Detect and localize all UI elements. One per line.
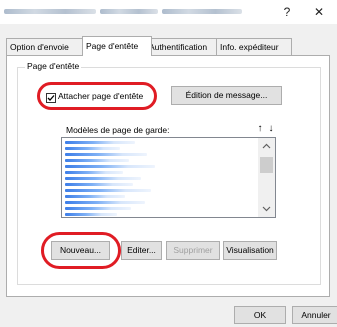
ok-button[interactable]: OK bbox=[234, 306, 286, 324]
groupbox-label: Page d'entête bbox=[25, 61, 82, 71]
scroll-up-icon[interactable] bbox=[262, 143, 271, 149]
list-item[interactable] bbox=[65, 213, 117, 216]
highlight-ring-new bbox=[41, 232, 121, 269]
tab-send-options[interactable]: Option d'envoie bbox=[6, 38, 89, 55]
list-item[interactable] bbox=[65, 189, 151, 192]
preview-button[interactable]: Visualisation bbox=[223, 241, 277, 260]
list-item[interactable] bbox=[65, 201, 145, 204]
tab-sender-info[interactable]: Info. expéditeur bbox=[216, 38, 292, 55]
list-item[interactable] bbox=[65, 159, 129, 162]
templates-label: Modèles de page de garde: bbox=[66, 125, 170, 135]
dialog-window: ? ✕ Option d'envoie Page d'entête Authen… bbox=[0, 0, 337, 327]
list-item[interactable] bbox=[65, 171, 123, 174]
tab-authentication[interactable]: Authentification bbox=[145, 38, 223, 55]
edit-button[interactable]: Editer... bbox=[121, 241, 162, 260]
list-item[interactable] bbox=[65, 141, 135, 144]
list-scrollbar[interactable] bbox=[258, 138, 275, 217]
cancel-button[interactable]: Annuler bbox=[292, 306, 337, 324]
list-item[interactable] bbox=[65, 183, 133, 186]
edit-message-button[interactable]: Édition de message... bbox=[171, 86, 282, 105]
list-item[interactable] bbox=[65, 177, 141, 180]
list-item[interactable] bbox=[65, 207, 131, 210]
scroll-down-icon[interactable] bbox=[262, 206, 271, 212]
templates-list[interactable] bbox=[61, 137, 276, 218]
help-button[interactable]: ? bbox=[276, 3, 298, 21]
list-item[interactable] bbox=[65, 153, 147, 156]
blurred-title bbox=[100, 9, 158, 14]
list-item[interactable] bbox=[65, 195, 125, 198]
list-item[interactable] bbox=[65, 147, 120, 150]
blurred-title bbox=[4, 9, 96, 14]
move-down-button[interactable]: ↓ bbox=[265, 123, 277, 134]
title-bar: ? ✕ bbox=[0, 0, 337, 24]
scrollbar-thumb[interactable] bbox=[260, 157, 273, 173]
blurred-title bbox=[162, 9, 242, 14]
tab-cover-page[interactable]: Page d'entête bbox=[82, 36, 152, 56]
close-button[interactable]: ✕ bbox=[308, 3, 330, 21]
list-item[interactable] bbox=[65, 165, 155, 168]
highlight-ring-attach bbox=[37, 82, 157, 110]
delete-button: Supprimer bbox=[166, 241, 220, 260]
